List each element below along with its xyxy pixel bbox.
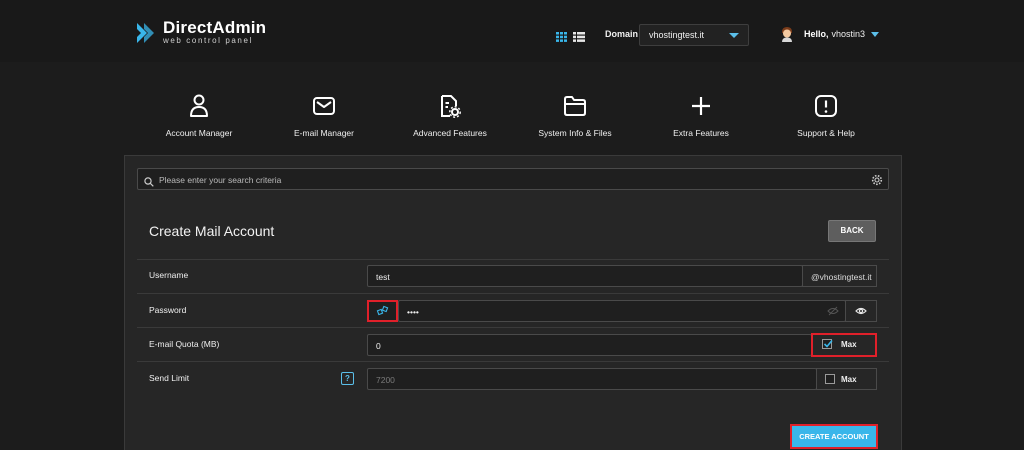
random-password-icon	[376, 305, 389, 316]
search-icon	[144, 174, 154, 192]
eye-off-icon	[827, 306, 839, 318]
quota-max-label: Max	[841, 340, 857, 349]
send-limit-value: 7200	[376, 375, 395, 385]
username-label: Username	[149, 270, 189, 280]
envelope-icon	[313, 97, 335, 115]
user-greeting: Hello,	[804, 29, 829, 39]
password-field[interactable]: ••••	[398, 300, 846, 322]
quota-value: 0	[376, 341, 381, 351]
quota-field[interactable]: 0	[367, 334, 812, 356]
chevron-down-icon	[871, 31, 880, 37]
logo-title: DirectAdmin	[163, 18, 267, 37]
chevron-down-icon	[729, 33, 739, 38]
nav-account-manager[interactable]: Account Manager	[144, 94, 254, 138]
nav-email-manager[interactable]: E-mail Manager	[269, 94, 379, 138]
plus-icon	[692, 97, 710, 115]
eye-icon	[855, 307, 867, 315]
send-limit-field[interactable]: 7200	[367, 368, 817, 390]
logo[interactable]: DirectAdmin web control panel	[135, 18, 267, 46]
domain-label: Domain	[605, 29, 639, 39]
page-title: Create Mail Account	[149, 223, 275, 239]
domain-select-value: vhostingtest.it	[649, 30, 705, 40]
help-icon[interactable]: ?	[341, 372, 354, 385]
row-divider	[137, 327, 889, 328]
password-label: Password	[149, 305, 187, 315]
quota-max-checkbox[interactable]: Max	[811, 333, 877, 357]
search-bar	[137, 168, 889, 190]
nav-support-help[interactable]: Support & Help	[771, 94, 881, 138]
top-bar: DirectAdmin web control panel Domain vho…	[0, 0, 1024, 62]
nav-advanced-features[interactable]: Advanced Features	[395, 94, 505, 138]
send-limit-max-checkbox[interactable]: Max	[816, 368, 877, 390]
file-gear-icon	[441, 95, 461, 118]
alert-icon	[815, 95, 837, 117]
directadmin-logo-icon	[135, 21, 157, 45]
checkbox-box	[825, 374, 835, 384]
row-divider	[137, 361, 889, 362]
folder-icon	[564, 96, 586, 116]
create-account-button[interactable]: CREATE ACCOUNT	[790, 424, 878, 449]
gear-icon[interactable]	[871, 173, 883, 191]
generate-password-button[interactable]	[367, 300, 398, 322]
checkmark-icon	[823, 339, 833, 348]
nav-label: Advanced Features	[413, 128, 487, 138]
row-divider	[137, 259, 889, 260]
username-value: test	[376, 272, 390, 282]
avatar	[780, 26, 794, 42]
main-panel: Create Mail Account BACK Username test @…	[124, 155, 902, 450]
search-input[interactable]	[159, 172, 859, 187]
row-divider	[137, 293, 889, 294]
user-icon	[190, 94, 208, 117]
back-button[interactable]: BACK	[828, 220, 876, 242]
nav-extra-features[interactable]: Extra Features	[646, 94, 756, 138]
nav-label: Account Manager	[165, 128, 233, 138]
checkbox-box	[822, 339, 833, 349]
nav-label: Support & Help	[797, 128, 855, 138]
password-value: ••••	[407, 307, 419, 317]
user-menu[interactable]: Hello, vhostin3	[780, 26, 880, 42]
domain-select[interactable]: vhostingtest.it	[639, 24, 749, 46]
nav-system-info-files[interactable]: System Info & Files	[520, 94, 630, 138]
username-field[interactable]: test	[367, 265, 803, 287]
grid-view-icon[interactable]	[556, 29, 567, 47]
list-view-icon[interactable]	[573, 29, 585, 47]
quota-label: E-mail Quota (MB)	[149, 339, 220, 349]
nav-label: Extra Features	[673, 128, 729, 138]
nav-label: E-mail Manager	[294, 128, 354, 138]
show-password-button[interactable]	[845, 300, 877, 322]
nav-label: System Info & Files	[538, 128, 612, 138]
user-name: vhostin3	[831, 29, 866, 39]
logo-subtitle: web control panel	[163, 36, 253, 45]
domain-suffix: @vhostingtest.it	[802, 265, 877, 287]
send-limit-label: Send Limit	[149, 373, 190, 383]
send-limit-max-label: Max	[841, 375, 857, 384]
